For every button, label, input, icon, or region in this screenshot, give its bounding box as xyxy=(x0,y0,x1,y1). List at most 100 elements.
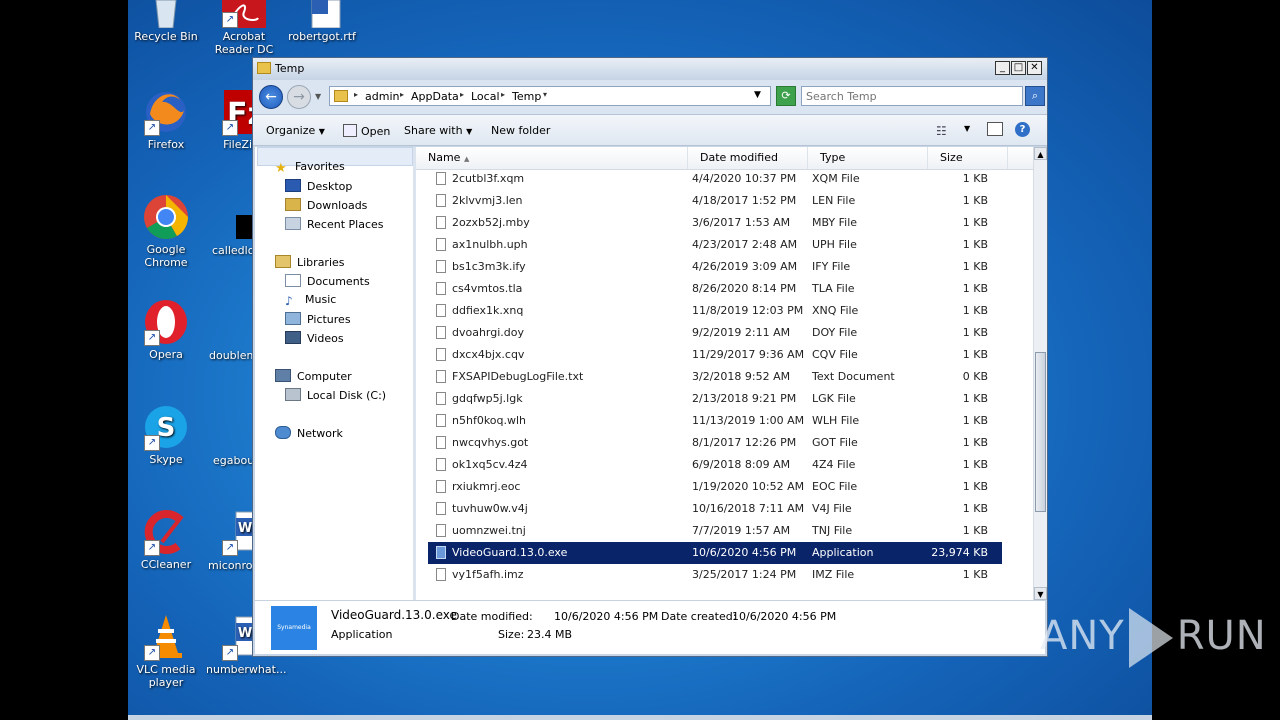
file-row[interactable]: ok1xq5cv.4z4 6/9/2018 8:09 AM 4Z4 File 1 KB xyxy=(428,454,1002,476)
nav-videos[interactable]: Videos xyxy=(285,331,344,345)
breadcrumb-admin[interactable]: admin xyxy=(365,90,399,103)
file-row[interactable]: cs4vmtos.tla 8/26/2020 8:14 PM TLA File 1 K… xyxy=(428,278,1002,300)
column-size[interactable]: Size xyxy=(928,147,1008,169)
nav-local-disk[interactable]: Local Disk (C:) xyxy=(285,388,386,402)
file-name: VideoGuard.13.0.exe xyxy=(452,546,568,559)
file-row[interactable]: 2klvvmj3.len 4/18/2017 1:52 PM LEN File 1 K… xyxy=(428,190,1002,212)
search-input[interactable] xyxy=(802,87,1006,105)
nav-recent-places[interactable]: Recent Places xyxy=(285,217,384,231)
back-button[interactable]: ← xyxy=(259,85,283,109)
file-row[interactable]: VideoGuard.13.0.exe 10/6/2020 4:56 PM Appl… xyxy=(428,542,1002,564)
desktop-icon-label: Acrobat Reader DC xyxy=(214,30,274,56)
desktop-icon-acrobat[interactable]: ↗ Acrobat Reader DC xyxy=(206,0,282,56)
file-type: Text Document xyxy=(812,370,895,383)
file-row[interactable]: bs1c3m3k.ify 4/26/2019 3:09 AM IFY File 1 K… xyxy=(428,256,1002,278)
search-icon[interactable]: ⌕ xyxy=(1025,86,1045,106)
scroll-up-arrow-icon[interactable]: ▲ xyxy=(1034,147,1047,160)
file-type: 4Z4 File xyxy=(812,458,856,471)
breadcrumb-chevron-icon[interactable]: ▸ xyxy=(400,90,404,99)
maximize-button[interactable]: □ xyxy=(1011,61,1026,75)
file-date-modified: 10/6/2020 4:56 PM xyxy=(692,546,797,559)
address-field[interactable]: ▸ admin ▸ AppData ▸ Local ▸ Temp ▾ ▼ xyxy=(329,86,771,106)
file-row[interactable]: 2cutbl3f.xqm 4/4/2020 10:37 PM XQM File 1 K… xyxy=(428,168,1002,190)
nav-documents[interactable]: Documents xyxy=(285,274,370,288)
chevron-down-icon[interactable]: ▼ xyxy=(964,124,970,133)
file-row[interactable]: ddfiex1k.xnq 11/8/2019 12:03 PM XNQ File 1 … xyxy=(428,300,1002,322)
address-dropdown-icon[interactable]: ▼ xyxy=(754,90,761,100)
desktop-icon-opera[interactable]: ↗ Opera xyxy=(128,298,204,361)
close-button[interactable]: ✕ xyxy=(1027,61,1042,75)
generic-file-icon xyxy=(436,480,446,493)
breadcrumb-chevron-icon[interactable]: ▸ xyxy=(354,90,358,99)
column-date-modified[interactable]: Date modified xyxy=(688,147,808,169)
desktop-icon-robertgot[interactable]: robertgot.rtf xyxy=(284,0,360,43)
column-header-row: Name ▲ Date modified Type Size xyxy=(416,147,1033,170)
title-bar[interactable]: Temp _ □ ✕ xyxy=(253,58,1047,80)
desktop-icon-firefox[interactable]: ↗ Firefox xyxy=(128,88,204,151)
file-row[interactable]: n5hf0koq.wlh 11/13/2019 1:00 AM WLH File 1 … xyxy=(428,410,1002,432)
nav-downloads[interactable]: Downloads xyxy=(285,198,367,212)
nav-network[interactable]: Network xyxy=(275,426,343,440)
file-row[interactable]: uomnzwei.tnj 7/7/2019 1:57 AM TNJ File 1 KB xyxy=(428,520,1002,542)
organize-button[interactable]: Organize ▼ xyxy=(266,124,325,137)
file-row[interactable]: ax1nulbh.uph 4/23/2017 2:48 AM UPH File 1 K… xyxy=(428,234,1002,256)
nav-pictures[interactable]: Pictures xyxy=(285,312,351,326)
breadcrumb-appdata[interactable]: AppData xyxy=(411,90,459,103)
vertical-scrollbar[interactable]: ▲ ▼ xyxy=(1033,147,1047,600)
file-row[interactable]: tuvhuw0w.v4j 10/16/2018 7:11 AM V4J File 1 … xyxy=(428,498,1002,520)
view-options-icon[interactable]: ☷ xyxy=(936,124,947,138)
desktop-icon-vlc[interactable]: ↗ VLC media player xyxy=(128,613,204,689)
recent-pages-chevron-icon[interactable]: ▼ xyxy=(315,92,321,101)
nav-downloads-label: Downloads xyxy=(307,199,368,212)
desktop-icon-skype[interactable]: S ↗ Skype xyxy=(128,403,204,466)
nav-libraries[interactable]: Libraries xyxy=(275,255,345,269)
file-date-modified: 6/9/2018 8:09 AM xyxy=(692,458,791,471)
file-row[interactable]: dvoahrgi.doy 9/2/2019 2:11 AM DOY File 1 KB xyxy=(428,322,1002,344)
breadcrumb-chevron-icon[interactable]: ▾ xyxy=(543,90,547,99)
generic-file-icon xyxy=(436,458,446,471)
forward-button[interactable]: → xyxy=(287,85,311,109)
file-row[interactable]: 2ozxb52j.mby 3/6/2017 1:53 AM MBY File 1 KB xyxy=(428,212,1002,234)
file-name: 2cutbl3f.xqm xyxy=(452,172,525,185)
sort-ascending-icon: ▲ xyxy=(463,155,470,163)
videos-icon xyxy=(285,331,301,344)
file-row[interactable]: FXSAPIDebugLogFile.txt 3/2/2018 9:52 AM Te… xyxy=(428,366,1002,388)
help-icon[interactable]: ? xyxy=(1015,122,1030,137)
refresh-button[interactable]: ⟳ xyxy=(776,86,796,106)
search-box[interactable] xyxy=(801,86,1023,106)
nav-computer[interactable]: Computer xyxy=(275,369,352,383)
acrobat-icon: ↗ xyxy=(220,0,268,28)
breadcrumb-local[interactable]: Local xyxy=(471,90,500,103)
desktop-icon-recycle-bin[interactable]: Recycle Bin xyxy=(128,0,204,43)
desktop-icon-label: robertgot.rtf xyxy=(288,30,356,43)
play-triangle-icon xyxy=(1128,608,1173,668)
file-size: 1 KB xyxy=(962,524,988,537)
nav-music[interactable]: ♪ Music xyxy=(285,293,336,308)
column-name[interactable]: Name ▲ xyxy=(416,147,688,169)
breadcrumb-chevron-icon[interactable]: ▸ xyxy=(460,90,464,99)
file-date-modified: 4/4/2020 10:37 PM xyxy=(692,172,797,185)
nav-desktop[interactable]: Desktop xyxy=(285,179,352,193)
opera-icon: ↗ xyxy=(142,298,190,346)
file-row[interactable]: vy1f5afh.imz 3/25/2017 1:24 PM IMZ File 1 K… xyxy=(428,564,1002,586)
file-row[interactable]: dxcx4bjx.cqv 11/29/2017 9:36 AM CQV File 1 … xyxy=(428,344,1002,366)
anyrun-watermark: ANY RUN xyxy=(1040,608,1267,668)
new-folder-button[interactable]: New folder xyxy=(491,124,550,137)
breadcrumb-chevron-icon[interactable]: ▸ xyxy=(501,90,505,99)
file-row[interactable]: rxiukmrj.eoc 1/19/2020 10:52 AM EOC File 1 … xyxy=(428,476,1002,498)
file-row[interactable]: gdqfwp5j.lgk 2/13/2018 9:21 PM LGK File 1 K… xyxy=(428,388,1002,410)
open-button[interactable]: Open xyxy=(343,124,390,138)
preview-pane-icon[interactable] xyxy=(987,122,1003,136)
share-with-button[interactable]: Share with ▼ xyxy=(404,124,472,137)
firefox-icon: ↗ xyxy=(142,88,190,136)
nav-favorites[interactable]: ★ Favorites xyxy=(275,160,345,176)
desktop-icon-ccleaner[interactable]: ↗ CCleaner xyxy=(128,508,204,571)
desktop-icon-google-chrome[interactable]: Google Chrome xyxy=(128,193,204,269)
scroll-down-arrow-icon[interactable]: ▼ xyxy=(1034,587,1047,600)
watermark-any: ANY xyxy=(1040,613,1125,659)
column-type[interactable]: Type xyxy=(808,147,928,169)
breadcrumb-temp[interactable]: Temp xyxy=(512,90,541,103)
scrollbar-thumb[interactable] xyxy=(1035,352,1046,512)
file-row[interactable]: nwcqvhys.got 8/1/2017 12:26 PM GOT File 1 K… xyxy=(428,432,1002,454)
minimize-button[interactable]: _ xyxy=(995,61,1010,75)
